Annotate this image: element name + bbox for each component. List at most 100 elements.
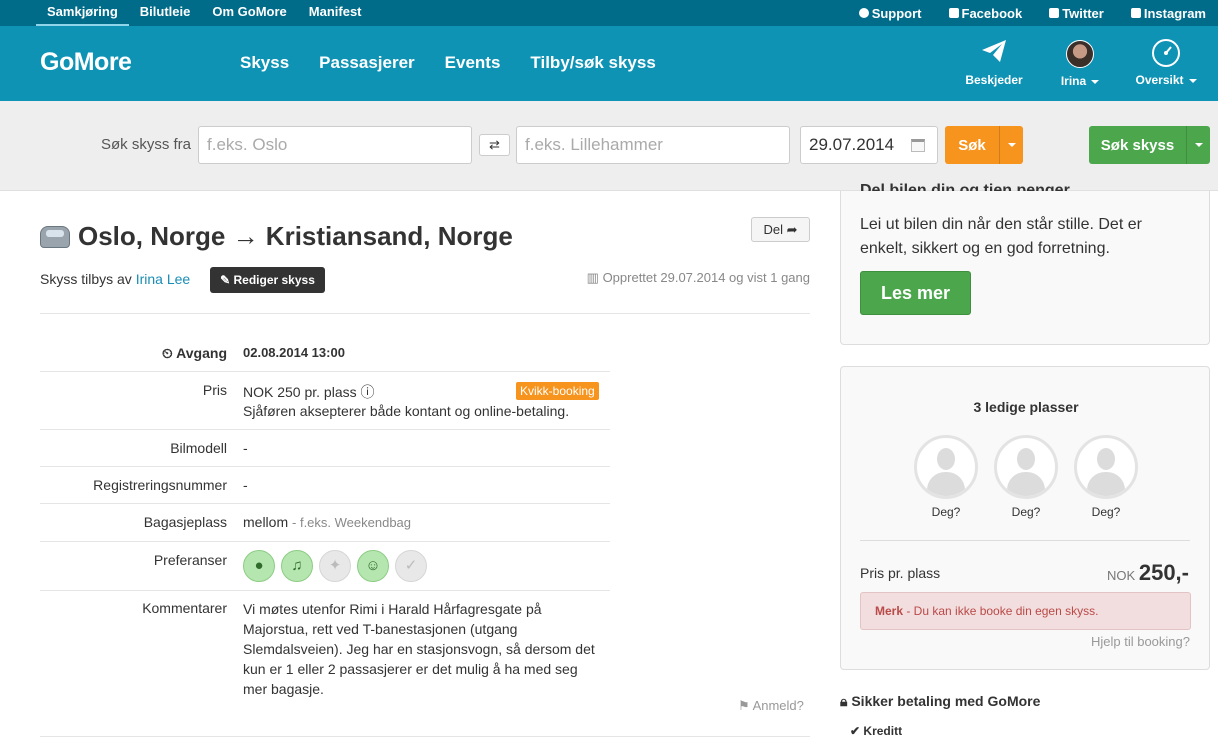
read-more-button[interactable]: Les mer (860, 271, 971, 315)
secure-label: Sikker betaling med GoMore (851, 693, 1041, 709)
music-icon[interactable]: ♫ (281, 550, 313, 582)
own-ride-alert: Merk - Du kan ikke booke din egen skyss. (860, 592, 1191, 630)
calendar-icon (911, 139, 925, 152)
stats-icon: ▥ (586, 270, 599, 285)
search-bar: Søk skyss fra ⇄ Søk Søk skyss (0, 101, 1218, 191)
seat-slot[interactable]: Deg? (913, 435, 979, 519)
registration-label: Registreringsnummer (93, 477, 227, 493)
price-note: Sjåføren aksepterer både kontant og onli… (243, 403, 570, 419)
preferences-row: Preferanser ● ♫ ✦ ☺ ✓ (40, 542, 610, 591)
top-link-bilutleie[interactable]: Bilutleie (129, 0, 202, 26)
check-icon: ✔ (850, 724, 861, 738)
credit-label: Kreditt (863, 724, 903, 738)
price-per-seat: NOK 250,- (1107, 560, 1189, 586)
caret-down-icon (1007, 143, 1016, 147)
search-button-group: Søk (945, 126, 1023, 164)
nav-passasjerer[interactable]: Passasjerer (319, 53, 414, 73)
car-model-label: Bilmodell (170, 440, 227, 456)
departure-row: ⏲ Avgang 02.08.2014 13:00 (40, 335, 610, 372)
alert-text: - Du kan ikke booke din egen skyss. (903, 604, 1099, 618)
pet-icon[interactable]: ✦ (319, 550, 351, 582)
logo[interactable]: GoMore (40, 48, 132, 77)
top-link-om-gomore[interactable]: Om GoMore (201, 0, 297, 26)
seat-label: Deg? (1091, 505, 1121, 519)
booking-box: 3 ledige plasser Deg? Deg? Deg? Pris pr.… (840, 366, 1210, 670)
from-input[interactable] (198, 126, 472, 164)
price-per-seat-label: Pris pr. plass (860, 565, 941, 581)
swap-icon: ⇄ (489, 137, 500, 152)
price-label: Pris (202, 382, 227, 398)
main-nav: Skyss Passasjerer Events Tilby/søk skyss (225, 53, 671, 73)
pencil-icon: ✎ (220, 273, 231, 287)
top-link-manifest[interactable]: Manifest (298, 0, 373, 26)
facebook-icon (948, 8, 959, 18)
search-rides-button[interactable]: Søk skyss (1089, 126, 1186, 164)
share-button[interactable]: Del ➦ (751, 217, 810, 242)
user-silhouette-icon (994, 435, 1058, 499)
caret-down-icon (1194, 143, 1203, 147)
top-link-samkjoring[interactable]: Samkjøring (36, 0, 129, 26)
price-value: NOK 250 pr. plass (243, 384, 357, 400)
search-rides-dropdown-toggle[interactable] (1186, 126, 1210, 164)
smoking-icon[interactable]: ✓ (395, 550, 427, 582)
twitter-link[interactable]: Twitter (1049, 6, 1104, 21)
user-menu[interactable]: Irina (1055, 38, 1105, 88)
caret-down-icon (1091, 79, 1100, 84)
swap-button[interactable]: ⇄ (479, 134, 510, 156)
promo-box: Del bilen din og tjen penger Lei ut bile… (840, 182, 1210, 345)
promo-title: Del bilen din og tjen penger (860, 182, 1070, 191)
to-input[interactable] (516, 126, 790, 164)
paper-plane-icon (982, 40, 1006, 62)
overview-label: Oversikt (1135, 73, 1184, 87)
user-name: Irina (1060, 74, 1087, 88)
car-model-row: Bilmodell - (40, 430, 610, 467)
preferences-label: Preferanser (153, 552, 227, 568)
nav-tilby-sok[interactable]: Tilby/søk skyss (530, 53, 655, 73)
booking-help-link[interactable]: Hjelp til booking? (1091, 634, 1190, 649)
currency: NOK (1107, 568, 1136, 583)
secure-payment: 🔒︎ Sikker betaling med GoMore (840, 693, 1040, 710)
facebook-label: Facebook (961, 5, 1023, 21)
support-label: Support (871, 5, 922, 21)
seats-title: 3 ledige plasser (973, 399, 1079, 415)
seat-slot[interactable]: Deg? (1073, 435, 1139, 519)
price-row: Pris NOK 250 pr. plass ⓘ Kvikk-booking S… (40, 372, 610, 430)
registration-row: Registreringsnummer - (40, 467, 610, 504)
registration-value: - (243, 477, 248, 493)
top-bar: Samkjøring Bilutleie Om GoMore Manifest … (0, 0, 1218, 26)
report-link[interactable]: ⚑ Anmeld? (738, 698, 804, 714)
facebook-link[interactable]: Facebook (948, 5, 1023, 21)
driver-link[interactable]: Irina Lee (136, 271, 190, 287)
alert-strong: Merk (875, 604, 904, 618)
nav-skyss[interactable]: Skyss (240, 53, 289, 73)
comment-label: Kommentarer (142, 600, 227, 616)
share-arrow-icon: ➦ (786, 222, 798, 237)
luggage-note: - f.eks. Weekendbag (292, 515, 412, 530)
seat-label: Deg? (1011, 505, 1041, 519)
messages-button[interactable]: Beskjeder (963, 38, 1025, 87)
preferences-icons: ● ♫ ✦ ☺ ✓ (243, 550, 433, 582)
car-model-value: - (243, 440, 248, 456)
created-info: ▥ Opprettet 29.07.2014 og vist 1 gang (587, 270, 810, 286)
divider (40, 313, 810, 314)
edit-ride-button[interactable]: ✎ Rediger skyss (210, 267, 325, 293)
user-silhouette-icon (914, 435, 978, 499)
info-icon[interactable]: ⓘ (361, 384, 375, 400)
child-icon[interactable]: ☺ (357, 550, 389, 582)
chat-icon[interactable]: ● (243, 550, 275, 582)
support-link[interactable]: Support (858, 5, 922, 21)
car-icon (40, 225, 70, 248)
dashboard-icon (1152, 39, 1180, 67)
search-button[interactable]: Søk (945, 126, 999, 164)
main-header: GoMore Skyss Passasjerer Events Tilby/sø… (0, 26, 1218, 101)
credit-item: ✔ Kreditt (850, 724, 902, 738)
search-rides-button-group: Søk skyss (1089, 126, 1210, 164)
lock-icon: 🔒︎ (840, 693, 848, 709)
instagram-link[interactable]: Instagram (1130, 6, 1206, 21)
search-dropdown-toggle[interactable] (999, 126, 1023, 164)
nav-events[interactable]: Events (445, 53, 501, 73)
seat-slot[interactable]: Deg? (993, 435, 1059, 519)
departure-value: 02.08.2014 13:00 (243, 345, 345, 360)
overview-menu[interactable]: Oversikt (1133, 38, 1199, 87)
quick-booking-badge: Kvikk-booking (516, 382, 599, 400)
